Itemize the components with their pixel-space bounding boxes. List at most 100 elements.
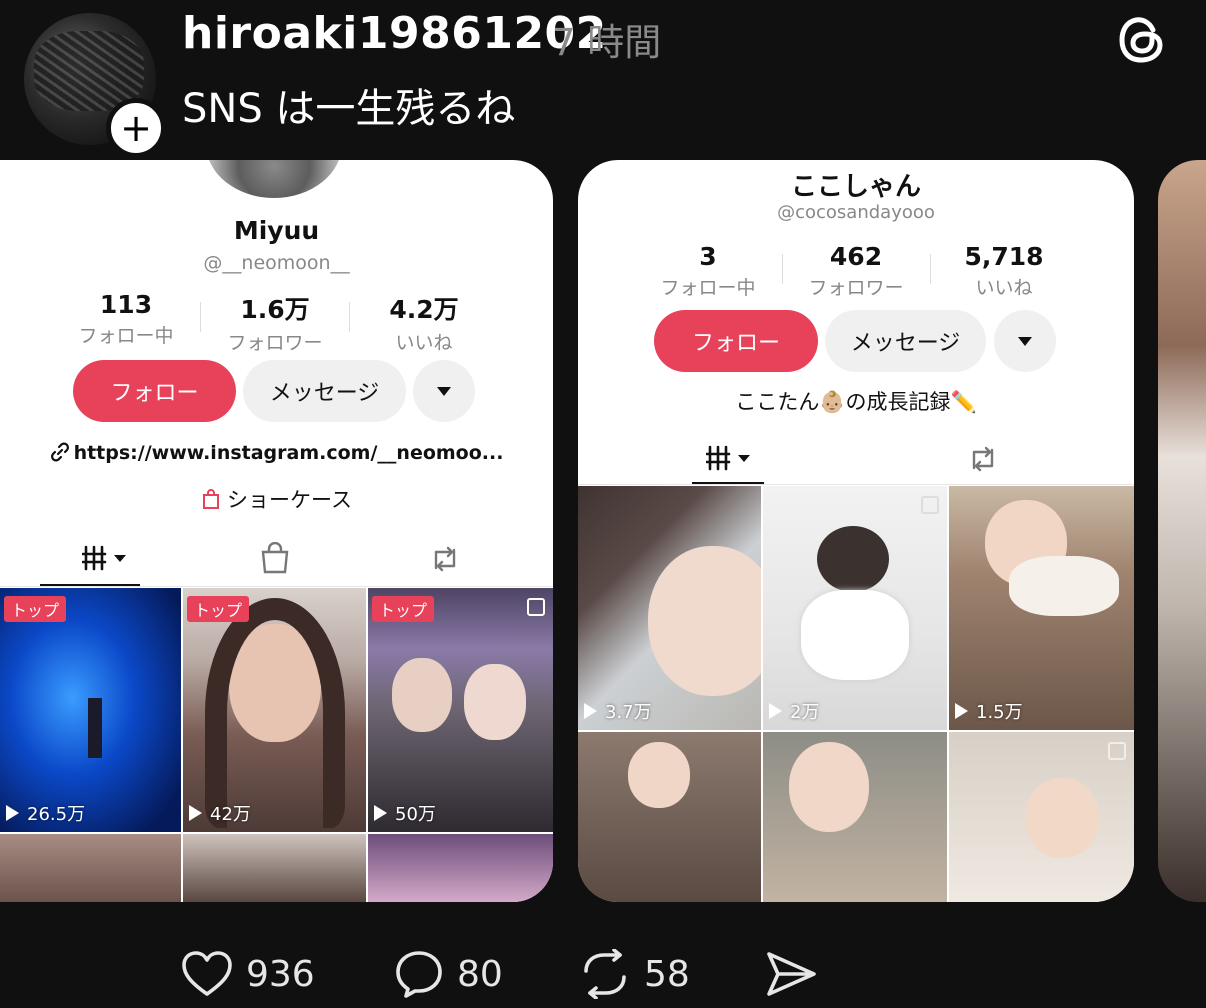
repost-count: 58: [644, 953, 690, 995]
view-count: 3.7万: [584, 698, 652, 724]
play-icon: [189, 805, 202, 821]
stat-followers-label: フォロワー: [227, 332, 323, 354]
play-icon: [769, 703, 782, 719]
chevron-down-icon: [1018, 336, 1032, 346]
figure-silhouette: [88, 698, 102, 758]
video-thumbnail[interactable]: [183, 834, 366, 902]
view-count: 2万: [769, 698, 819, 724]
profile-card-miyuu[interactable]: Miyuu @__neomoon__ 113 フォロー中 1.6万 フォロワー …: [0, 160, 553, 902]
stat-followers-count: 462: [829, 242, 883, 271]
play-icon: [584, 703, 597, 719]
video-thumbnail[interactable]: [763, 732, 947, 902]
profile-link[interactable]: https://www.instagram.com/__neomoo...: [0, 442, 553, 464]
repost-icon: [584, 949, 626, 999]
chevron-down-icon: [437, 386, 451, 396]
heart-icon: [182, 951, 232, 996]
author-username[interactable]: hiroaki19861202: [182, 8, 607, 59]
message-button[interactable]: メッセージ: [825, 310, 986, 372]
repost-button[interactable]: 58: [578, 946, 690, 1002]
videos-grid-tab-icon[interactable]: [706, 444, 754, 472]
stat-likes[interactable]: 4.2万 いいね: [354, 290, 494, 355]
stat-following[interactable]: 3 フォロー中: [638, 242, 778, 300]
view-count: 26.5万: [6, 800, 85, 826]
profile-handle: @__neomoon__: [203, 252, 350, 274]
shop-tab-icon[interactable]: [260, 542, 290, 574]
tab-divider: [578, 484, 1134, 485]
profile-bio: ここたん👶🏼の成長記録✏️: [735, 390, 977, 414]
face-shape: [392, 658, 452, 732]
stat-following-count: 3: [699, 242, 717, 271]
link-icon: [50, 442, 69, 462]
view-count: 42万: [189, 800, 251, 826]
like-count: 936: [246, 953, 315, 995]
showcase-label: ショーケース: [227, 488, 352, 512]
profile-name: ここしゃん: [790, 172, 921, 202]
video-thumbnail[interactable]: トップ 42万: [183, 588, 366, 832]
profile-link-text: https://www.instagram.com/__neomoo...: [73, 442, 504, 464]
video-thumbnail[interactable]: トップ 26.5万: [0, 588, 181, 832]
comment-bubble-icon: [396, 951, 442, 998]
profile-card-kokoshan[interactable]: ここしゃん @cocosandayooo 3 フォロー中 462 フォロワー 5…: [578, 160, 1134, 902]
angel-wings-shape: [801, 590, 909, 680]
video-thumbnail[interactable]: 2万: [763, 486, 947, 730]
stat-followers-label: フォロワー: [808, 277, 904, 299]
showcase-link[interactable]: ショーケース: [0, 484, 553, 514]
top-badge: トップ: [372, 596, 435, 622]
video-thumbnail[interactable]: 1.5万: [949, 486, 1134, 730]
play-icon: [6, 805, 19, 821]
top-badge: トップ: [187, 596, 250, 622]
videos-grid-tab-icon[interactable]: [82, 544, 130, 572]
play-icon: [955, 703, 968, 719]
repost-tab-icon[interactable]: [966, 444, 1000, 474]
stat-following-label: フォロー中: [78, 325, 174, 347]
baby-face-shape: [648, 546, 761, 696]
threads-logo-icon[interactable]: [1114, 12, 1170, 68]
shopping-bag-icon: [203, 489, 220, 509]
follow-button[interactable]: フォロー: [73, 360, 236, 422]
video-thumbnail[interactable]: [578, 732, 761, 902]
more-options-button[interactable]: [413, 360, 475, 422]
baby-body-shape: [1009, 556, 1119, 616]
video-thumbnail[interactable]: [0, 834, 181, 902]
stat-divider: [930, 254, 931, 284]
stat-followers[interactable]: 462 フォロワー: [786, 242, 926, 300]
more-options-button[interactable]: [994, 310, 1056, 372]
profile-handle: @cocosandayooo: [777, 202, 935, 223]
stat-followers[interactable]: 1.6万 フォロワー: [205, 290, 345, 355]
send-icon: [767, 952, 816, 996]
like-button[interactable]: 936: [180, 946, 315, 1002]
stat-divider: [349, 302, 350, 332]
view-count: 50万: [374, 800, 436, 826]
stat-likes-count: 4.2万: [389, 295, 459, 324]
view-count: 1.5万: [955, 698, 1023, 724]
share-button[interactable]: [764, 946, 818, 1002]
video-thumbnail[interactable]: [949, 732, 1134, 902]
message-button[interactable]: メッセージ: [243, 360, 406, 422]
face-shape: [464, 664, 526, 740]
video-thumbnail[interactable]: トップ 50万: [368, 588, 553, 832]
plus-icon: +: [120, 106, 152, 150]
comment-button[interactable]: 80: [393, 946, 503, 1002]
follow-button[interactable]: フォロー: [654, 310, 818, 372]
stat-likes[interactable]: 5,718 いいね: [934, 242, 1074, 300]
stat-likes-label: いいね: [975, 277, 1033, 299]
pinned-icon: [921, 496, 939, 514]
baby-face-shape: [789, 742, 869, 832]
stat-following[interactable]: 113 フォロー中: [56, 290, 196, 348]
play-icon: [374, 805, 387, 821]
top-badge: トップ: [4, 596, 67, 622]
tab-divider: [0, 586, 553, 587]
baby-face-shape: [628, 742, 690, 808]
pinned-icon: [527, 598, 545, 616]
stat-followers-count: 1.6万: [240, 295, 310, 324]
post-text: SNS は一生残るね: [182, 86, 516, 132]
post-time: 7 時間: [552, 21, 662, 64]
next-image-preview[interactable]: [1158, 160, 1206, 902]
video-thumbnail[interactable]: [368, 834, 553, 902]
hair-shape: [205, 598, 345, 828]
profile-avatar: [206, 160, 342, 198]
repost-tab-icon[interactable]: [428, 544, 462, 574]
stat-following-label: フォロー中: [660, 277, 756, 299]
video-thumbnail[interactable]: 3.7万: [578, 486, 761, 730]
follow-plus-button[interactable]: +: [106, 98, 166, 158]
